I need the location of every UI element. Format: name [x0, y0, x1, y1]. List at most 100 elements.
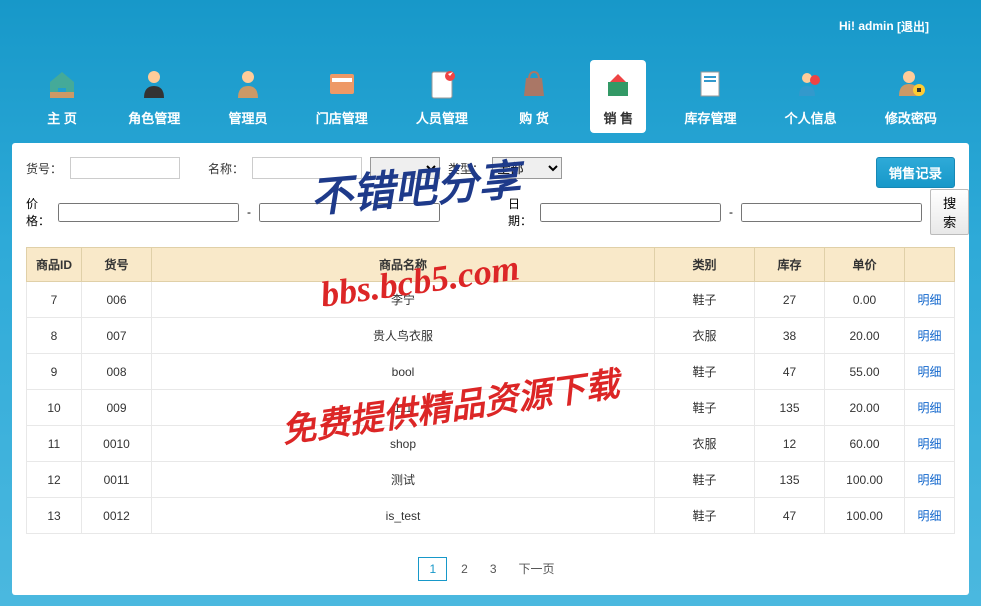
cell-id: 12 [27, 462, 82, 498]
detail-link[interactable]: 明细 [917, 293, 941, 307]
nav-item-profile[interactable]: 个人信息 [775, 60, 847, 133]
nav-label: 管理员 [228, 108, 267, 127]
stock-icon [692, 66, 728, 102]
name-input[interactable] [252, 157, 362, 179]
detail-link[interactable]: 明细 [917, 365, 941, 379]
table-header: 库存 [755, 248, 825, 282]
cell-name: is_test [152, 498, 655, 534]
table-header: 货号 [82, 248, 152, 282]
password-icon [893, 66, 929, 102]
date-to-input[interactable] [741, 203, 922, 222]
detail-link[interactable]: 明细 [917, 401, 941, 415]
cell-price: 0.00 [825, 282, 905, 318]
search-button[interactable]: 搜索 [930, 189, 969, 235]
cell-id: 9 [27, 354, 82, 390]
sale-icon [600, 66, 636, 102]
nav-item-stock[interactable]: 库存管理 [674, 60, 746, 133]
table-header: 商品名称 [152, 248, 655, 282]
page-3[interactable]: 3 [482, 558, 505, 580]
extra-select[interactable] [370, 157, 440, 179]
store-icon [324, 66, 360, 102]
table-row: 9008bool鞋子4755.00明细 [27, 354, 955, 390]
detail-link[interactable]: 明细 [917, 329, 941, 343]
cell-id: 7 [27, 282, 82, 318]
main-nav: 主 页 角色管理管理员 门店管理 人员管理 购 货 销 售 库存管理个人信息修改密码 [0, 52, 981, 143]
greeting-text: Hi! admin [839, 19, 894, 33]
cell-cat: 鞋子 [655, 390, 755, 426]
cell-stock: 27 [755, 282, 825, 318]
nav-item-password[interactable]: 修改密码 [875, 60, 947, 133]
nav-label: 主 页 [47, 108, 77, 127]
date-from-input[interactable] [540, 203, 721, 222]
role-icon [136, 66, 172, 102]
cell-cat: 衣服 [655, 318, 755, 354]
detail-link[interactable]: 明细 [917, 509, 941, 523]
nav-item-purchase[interactable]: 购 货 [506, 60, 562, 133]
price-from-input[interactable] [58, 203, 239, 222]
nav-label: 修改密码 [885, 108, 937, 127]
header: Hi! admin [退出] [0, 0, 981, 52]
nav-label: 购 货 [519, 108, 549, 127]
detail-link[interactable]: 明细 [917, 437, 941, 451]
page-1[interactable]: 1 [418, 557, 447, 581]
cell-price: 100.00 [825, 462, 905, 498]
detail-link[interactable]: 明细 [917, 473, 941, 487]
nav-item-store[interactable]: 门店管理 [306, 60, 378, 133]
cell-price: 20.00 [825, 318, 905, 354]
cell-id: 8 [27, 318, 82, 354]
logout-link[interactable]: [退出] [897, 18, 929, 35]
sales-record-button[interactable]: 销售记录 [876, 157, 955, 188]
cell-name: shop [152, 426, 655, 462]
cell-name: bool [152, 354, 655, 390]
cell-id: 11 [27, 426, 82, 462]
cell-stock: 135 [755, 462, 825, 498]
date-label: 日期： [508, 195, 532, 229]
cell-name: 111 [152, 390, 655, 426]
cell-code: 007 [82, 318, 152, 354]
name-label: 名称： [208, 160, 244, 177]
cell-stock: 135 [755, 390, 825, 426]
cell-code: 006 [82, 282, 152, 318]
person-icon [424, 66, 460, 102]
nav-item-role[interactable]: 角色管理 [118, 60, 190, 133]
cell-price: 55.00 [825, 354, 905, 390]
huohao-input[interactable] [70, 157, 180, 179]
nav-item-sale[interactable]: 销 售 [590, 60, 646, 133]
type-label: 类型： [448, 160, 484, 177]
nav-label: 人员管理 [416, 108, 468, 127]
cell-code: 009 [82, 390, 152, 426]
next-page[interactable]: 下一页 [511, 556, 563, 581]
price-to-input[interactable] [259, 203, 440, 222]
table-body: 7006李宁鞋子270.00明细8007贵人鸟衣服衣服3820.00明细9008… [27, 282, 955, 534]
nav-item-admin[interactable]: 管理员 [218, 60, 277, 133]
table-row: 7006李宁鞋子270.00明细 [27, 282, 955, 318]
cell-code: 0011 [82, 462, 152, 498]
table-header: 商品ID [27, 248, 82, 282]
nav-item-person[interactable]: 人员管理 [406, 60, 478, 133]
nav-item-home[interactable]: 主 页 [34, 60, 90, 133]
cell-price: 60.00 [825, 426, 905, 462]
purchase-icon [516, 66, 552, 102]
content-panel: 货号： 名称： 类型： 全部 销售记录 价格： - 日期： - 搜索 打印 商品… [12, 143, 969, 595]
page-2[interactable]: 2 [453, 558, 476, 580]
cell-price: 20.00 [825, 390, 905, 426]
dash: - [247, 205, 251, 219]
table-header: 单价 [825, 248, 905, 282]
cell-id: 13 [27, 498, 82, 534]
cell-code: 0010 [82, 426, 152, 462]
table-row: 10009111鞋子13520.00明细 [27, 390, 955, 426]
cell-name: 贵人鸟衣服 [152, 318, 655, 354]
filter-bar-2: 价格： - 日期： - 搜索 打印 [26, 189, 955, 235]
type-select[interactable]: 全部 [492, 157, 562, 179]
nav-label: 门店管理 [316, 108, 368, 127]
cell-stock: 47 [755, 498, 825, 534]
table-row: 110010shop衣服1260.00明细 [27, 426, 955, 462]
cell-cat: 衣服 [655, 426, 755, 462]
cell-code: 008 [82, 354, 152, 390]
home-icon [44, 66, 80, 102]
nav-label: 销 售 [603, 108, 633, 127]
price-label: 价格： [26, 195, 50, 229]
table-row: 120011测试鞋子135100.00明细 [27, 462, 955, 498]
pagination: 123 下一页 [26, 556, 955, 581]
huohao-label: 货号： [26, 160, 62, 177]
